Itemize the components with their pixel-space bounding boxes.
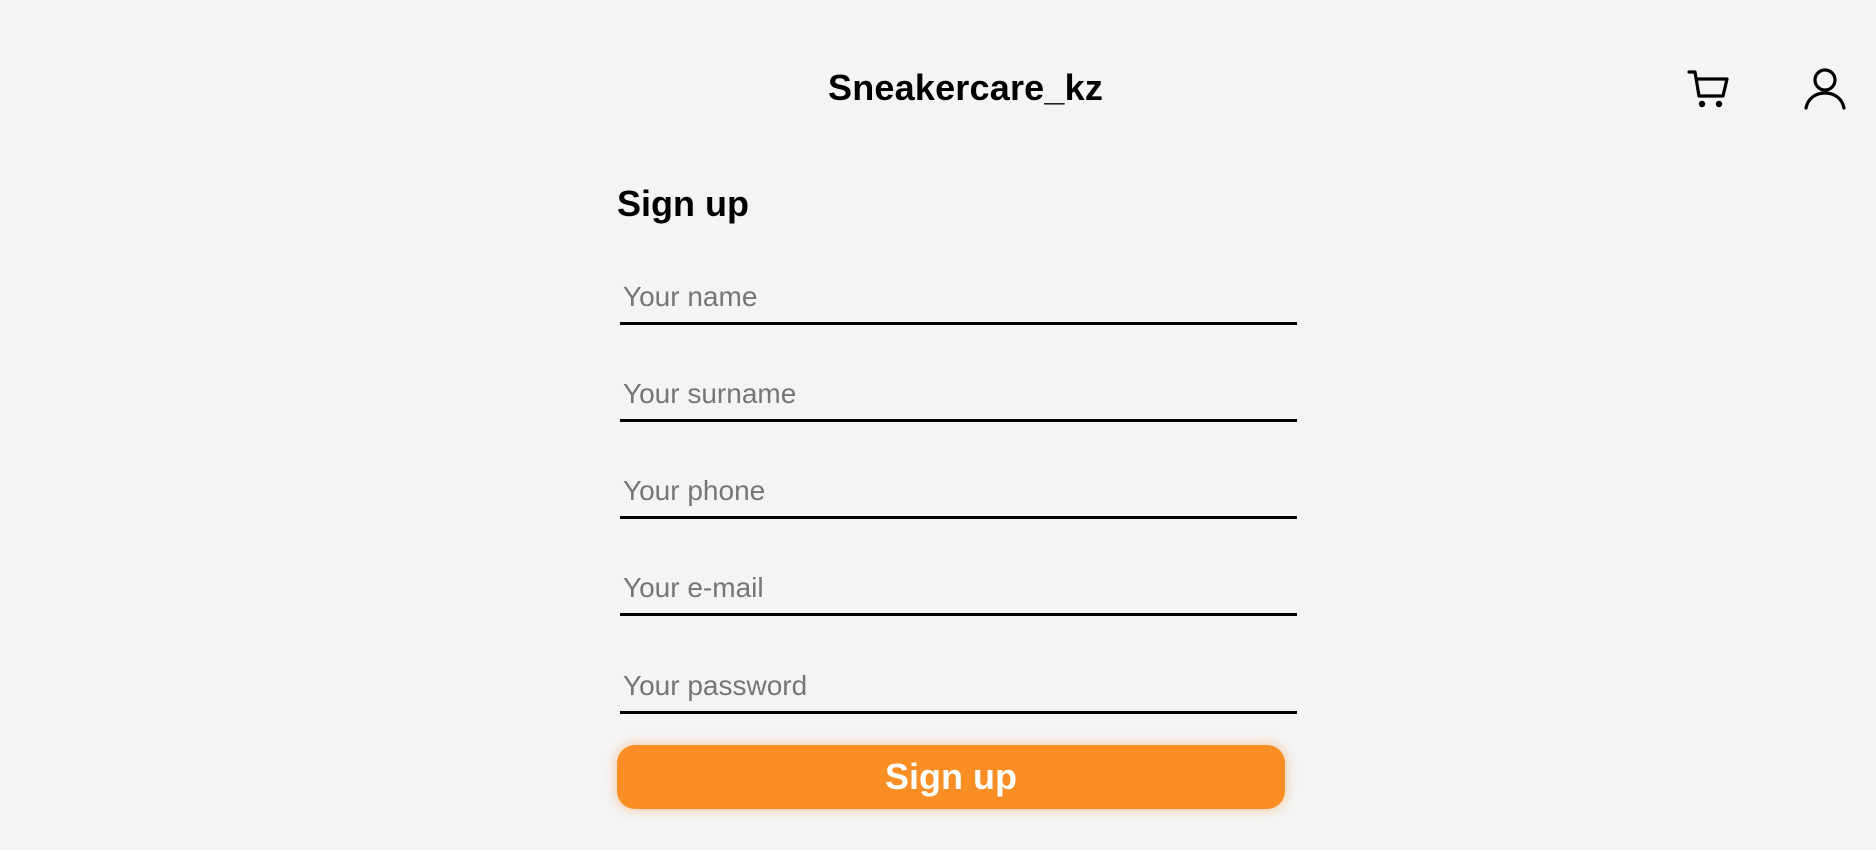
user-icon[interactable] <box>1802 66 1848 112</box>
surname-input[interactable] <box>620 369 1297 422</box>
form-title: Sign up <box>617 183 749 224</box>
brand-title[interactable]: Sneakercare_kz <box>828 64 1103 112</box>
email-input[interactable] <box>620 563 1297 616</box>
password-input[interactable] <box>620 661 1297 714</box>
signup-page: Sneakercare_kz Sign up Sign up <box>0 0 1876 850</box>
cart-icon[interactable] <box>1686 66 1732 112</box>
name-input[interactable] <box>620 272 1297 325</box>
signup-button[interactable]: Sign up <box>617 745 1285 809</box>
phone-input[interactable] <box>620 466 1297 519</box>
